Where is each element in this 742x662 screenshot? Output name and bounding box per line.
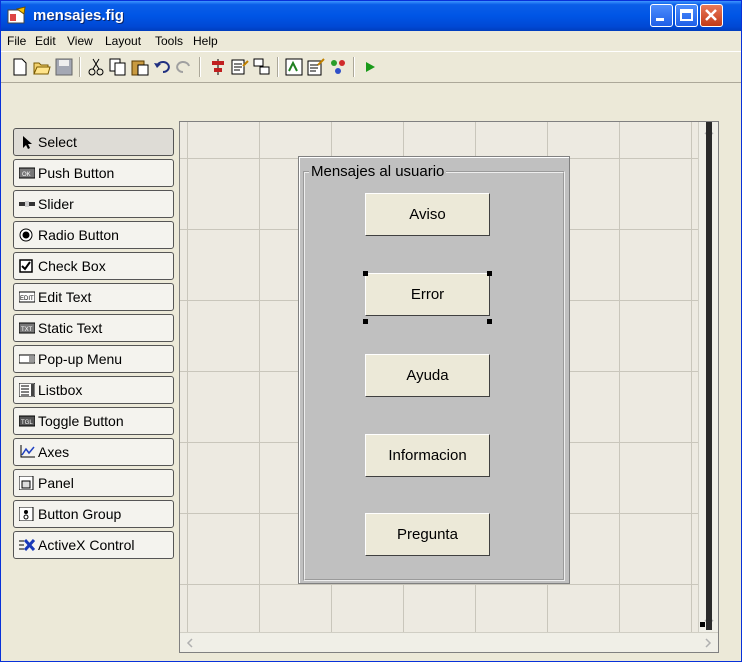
palette-popup-menu[interactable]: Pop-up Menu (13, 345, 174, 373)
menu-tools[interactable]: Tools (155, 34, 183, 48)
ayuda-button[interactable]: Ayuda (365, 354, 490, 397)
maximize-icon (680, 9, 693, 21)
selection-handle[interactable] (487, 271, 492, 276)
align-objects-icon[interactable] (209, 58, 227, 76)
paste-icon[interactable] (131, 58, 149, 76)
pregunta-button[interactable]: Pregunta (365, 513, 490, 556)
slider-icon (19, 201, 35, 207)
check-box-icon (19, 259, 33, 273)
toolbar (1, 51, 741, 83)
push-button-icon: OK (19, 167, 35, 179)
palette-push-button[interactable]: OK Push Button (13, 159, 174, 187)
menu-help[interactable]: Help (193, 34, 218, 48)
palette-label: Radio Button (38, 227, 119, 243)
selection-handle[interactable] (487, 319, 492, 324)
panel-title: Mensajes al usuario (309, 163, 447, 180)
menu-layout[interactable]: Layout (105, 34, 141, 48)
panel-icon (19, 476, 34, 490)
menu-file[interactable]: File (7, 34, 26, 48)
guide-window: mensajes.fig File Edit View Layout Tools… (0, 0, 742, 662)
palette-label: Slider (38, 196, 74, 212)
save-icon[interactable] (55, 58, 73, 76)
palette-label: Check Box (38, 258, 106, 274)
informacion-button[interactable]: Informacion (365, 434, 490, 477)
palette-axes[interactable]: Axes (13, 438, 174, 466)
horizontal-scrollbar[interactable] (180, 632, 718, 653)
popup-menu-icon (19, 354, 35, 364)
svg-text:OK: OK (22, 172, 31, 178)
minimize-icon (656, 18, 664, 21)
palette-label: Push Button (38, 165, 115, 181)
palette-listbox[interactable]: Listbox (13, 376, 174, 404)
palette-label: Listbox (38, 382, 83, 398)
palette-activex-control[interactable]: ActiveX Control (13, 531, 174, 559)
tab-order-editor-icon[interactable] (253, 58, 271, 76)
menu-bar: File Edit View Layout Tools Help (1, 31, 741, 51)
close-icon (705, 9, 717, 21)
canvas-edge (706, 122, 712, 630)
property-inspector-icon[interactable] (307, 58, 325, 76)
svg-text:TXT: TXT (21, 327, 33, 333)
redo-icon[interactable] (175, 58, 193, 76)
close-button[interactable] (700, 4, 723, 27)
palette-panel[interactable]: Panel (13, 469, 174, 497)
palette-select[interactable]: Select (13, 128, 174, 156)
selection-handle[interactable] (363, 271, 368, 276)
palette-label: Button Group (38, 506, 122, 522)
palette-label: Panel (38, 475, 74, 491)
menu-view[interactable]: View (67, 34, 93, 48)
edit-text-icon: EDIT (19, 291, 35, 303)
static-text-icon: TXT (19, 322, 35, 334)
palette-static-text[interactable]: TXT Static Text (13, 314, 174, 342)
palette-label: Toggle Button (38, 413, 124, 429)
menu-editor-icon[interactable] (231, 58, 249, 76)
arrow-cursor-icon (23, 136, 32, 149)
run-icon[interactable] (361, 58, 379, 76)
maximize-button[interactable] (675, 4, 698, 27)
palette-radio-button[interactable]: Radio Button (13, 221, 174, 249)
canvas-resize-handle[interactable] (700, 622, 705, 627)
menu-edit[interactable]: Edit (35, 34, 56, 48)
palette-button-group[interactable]: Button Group (13, 500, 174, 528)
palette-label: Edit Text (38, 289, 92, 305)
svg-text:EDIT: EDIT (20, 296, 34, 302)
new-file-icon[interactable] (11, 58, 29, 76)
palette-label: ActiveX Control (38, 537, 135, 553)
axes-icon (20, 445, 35, 458)
figure-icon (7, 6, 26, 24)
palette-label: Select (38, 134, 77, 150)
open-folder-icon[interactable] (33, 58, 51, 76)
radio-button-icon (19, 228, 33, 242)
palette-edit-text[interactable]: EDIT Edit Text (13, 283, 174, 311)
window-title: mensajes.fig (33, 7, 124, 24)
scroll-right-icon[interactable] (698, 633, 718, 653)
activex-icon (19, 538, 35, 552)
undo-icon[interactable] (153, 58, 171, 76)
object-browser-icon[interactable] (329, 58, 347, 76)
toggle-button-icon: TGL (19, 415, 35, 427)
title-bar[interactable]: mensajes.fig (1, 1, 741, 31)
listbox-icon (19, 383, 35, 397)
palette-check-box[interactable]: Check Box (13, 252, 174, 280)
layout-canvas[interactable]: Mensajes al usuario Aviso Error Ayuda In… (179, 121, 719, 653)
copy-icon[interactable] (109, 58, 127, 76)
messages-panel[interactable]: Mensajes al usuario Aviso Error Ayuda In… (298, 156, 570, 584)
svg-text:TGL: TGL (21, 420, 33, 426)
aviso-button[interactable]: Aviso (365, 193, 490, 236)
palette-label: Axes (38, 444, 70, 460)
m-file-editor-icon[interactable] (285, 58, 303, 76)
palette-label: Pop-up Menu (38, 351, 123, 367)
palette-slider[interactable]: Slider (13, 190, 174, 218)
palette-label: Static Text (38, 320, 103, 336)
button-group-icon (19, 507, 34, 521)
error-button[interactable]: Error (365, 273, 490, 316)
scroll-left-icon[interactable] (180, 633, 200, 653)
palette-toggle-button[interactable]: TGL Toggle Button (13, 407, 174, 435)
minimize-button[interactable] (650, 4, 673, 27)
selection-handle[interactable] (363, 319, 368, 324)
cut-icon[interactable] (87, 58, 105, 76)
